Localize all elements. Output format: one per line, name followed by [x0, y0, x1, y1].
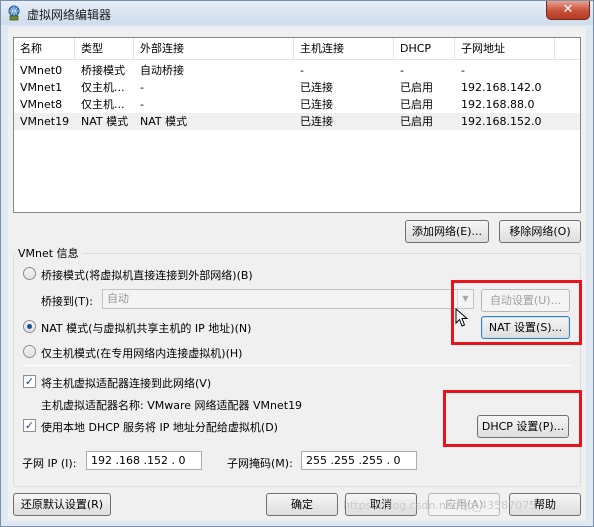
- virtual-network-editor-window: 虚拟网络编辑器 ✕ 名称 类型 外部连接 主机连接 DHCP 子网地址 VMne…: [0, 0, 594, 527]
- mouse-cursor-icon: [455, 308, 469, 327]
- connect-adapter-label[interactable]: 将主机虚拟适配器连接到此网络(V): [41, 375, 211, 391]
- column-header-name[interactable]: 名称: [14, 38, 75, 60]
- divider: [22, 365, 572, 366]
- column-header-external[interactable]: 外部连接: [134, 38, 294, 60]
- nat-mode-radio[interactable]: [23, 320, 36, 333]
- cell-host: 已连接: [300, 98, 333, 111]
- highlight-box-nat: [451, 280, 582, 345]
- network-row-vmnet0[interactable]: VMnet0 桥接模式 自动桥接 - - -: [14, 62, 580, 79]
- bridged-to-label: 桥接到(T):: [41, 295, 94, 308]
- bridged-mode-radio[interactable]: [23, 267, 36, 280]
- network-globe-icon: [8, 5, 20, 21]
- highlight-box-dhcp: [443, 390, 582, 447]
- cell-external: -: [140, 81, 144, 94]
- column-header-host[interactable]: 主机连接: [294, 38, 394, 60]
- network-list[interactable]: 名称 类型 外部连接 主机连接 DHCP 子网地址 VMnet0 桥接模式 自动…: [13, 37, 581, 213]
- cell-name: VMnet8: [20, 98, 63, 111]
- network-list-header: 名称 类型 外部连接 主机连接 DHCP 子网地址: [14, 38, 580, 60]
- window-title: 虚拟网络编辑器: [27, 8, 112, 22]
- bridged-to-value: 自动: [107, 292, 129, 305]
- vmnet-info-legend: VMnet 信息: [15, 245, 82, 261]
- cell-type: 桥接模式: [81, 64, 125, 77]
- column-header-type[interactable]: 类型: [75, 38, 134, 60]
- subnet-ip-label: 子网 IP (I):: [22, 457, 77, 470]
- nat-mode-label[interactable]: NAT 模式(与虚拟机共享主机的 IP 地址)(N): [41, 320, 251, 336]
- connect-adapter-checkbox[interactable]: ✓: [23, 375, 36, 388]
- cell-dhcp: 已启用: [400, 98, 433, 111]
- cell-subnet: 192.168.142.0: [461, 81, 542, 94]
- cell-subnet: -: [461, 64, 465, 77]
- adapter-name-label: 主机虚拟适配器名称: VMware 网络适配器 VMnet19: [41, 399, 303, 412]
- bridged-to-select[interactable]: 自动 ▼: [102, 289, 474, 309]
- network-row-vmnet8[interactable]: VMnet8 仅主机... - 已连接 已启用 192.168.88.0: [14, 96, 580, 113]
- cell-dhcp: 已启用: [400, 81, 433, 94]
- subnet-mask-label: 子网掩码(M):: [227, 457, 293, 470]
- remove-network-button[interactable]: 移除网络(O): [499, 220, 581, 243]
- cell-external: NAT 模式: [140, 115, 188, 128]
- close-button[interactable]: ✕: [546, 1, 590, 20]
- host-only-mode-radio[interactable]: [23, 345, 36, 358]
- cell-dhcp: 已启用: [400, 115, 433, 128]
- close-icon: ✕: [562, 2, 574, 17]
- cell-host: 已连接: [300, 115, 333, 128]
- add-network-button[interactable]: 添加网络(E)...: [405, 220, 489, 243]
- cell-name: VMnet1: [20, 81, 63, 94]
- cell-dhcp: -: [400, 64, 404, 77]
- subnet-ip-input[interactable]: 192 .168 .152 . 0: [86, 451, 202, 470]
- restore-defaults-button[interactable]: 还原默认设置(R): [13, 493, 111, 516]
- watermark-text: https://blog.csdn.net/qq_43587075: [343, 499, 537, 512]
- cell-host: 已连接: [300, 81, 333, 94]
- cell-subnet: 192.168.152.0: [461, 115, 542, 128]
- cell-type: NAT 模式: [81, 115, 129, 128]
- network-row-vmnet19[interactable]: VMnet19 NAT 模式 NAT 模式 已连接 已启用 192.168.15…: [14, 113, 580, 130]
- cell-subnet: 192.168.88.0: [461, 98, 535, 111]
- dhcp-checkbox[interactable]: ✓: [23, 419, 36, 432]
- host-only-mode-label[interactable]: 仅主机模式(在专用网络内连接虚拟机)(H): [41, 345, 242, 361]
- cell-external: 自动桥接: [140, 64, 184, 77]
- bridged-mode-label[interactable]: 桥接模式(将虚拟机直接连接到外部网络)(B): [41, 267, 253, 283]
- subnet-mask-input[interactable]: 255 .255 .255 . 0: [301, 451, 417, 470]
- title-bar: 虚拟网络编辑器 ✕: [1, 1, 593, 25]
- column-header-dhcp[interactable]: DHCP: [394, 38, 455, 60]
- cell-external: -: [140, 98, 144, 111]
- network-row-vmnet1[interactable]: VMnet1 仅主机... - 已连接 已启用 192.168.142.0: [14, 79, 580, 96]
- cell-type: 仅主机...: [81, 98, 125, 111]
- cell-type: 仅主机...: [81, 81, 125, 94]
- cell-name: VMnet19: [20, 115, 70, 128]
- cell-host: -: [300, 64, 304, 77]
- column-header-subnet[interactable]: 子网地址: [455, 38, 555, 60]
- cell-name: VMnet0: [20, 64, 63, 77]
- dhcp-label[interactable]: 使用本地 DHCP 服务将 IP 地址分配给虚拟机(D): [41, 419, 278, 435]
- ok-button[interactable]: 确定: [266, 493, 338, 516]
